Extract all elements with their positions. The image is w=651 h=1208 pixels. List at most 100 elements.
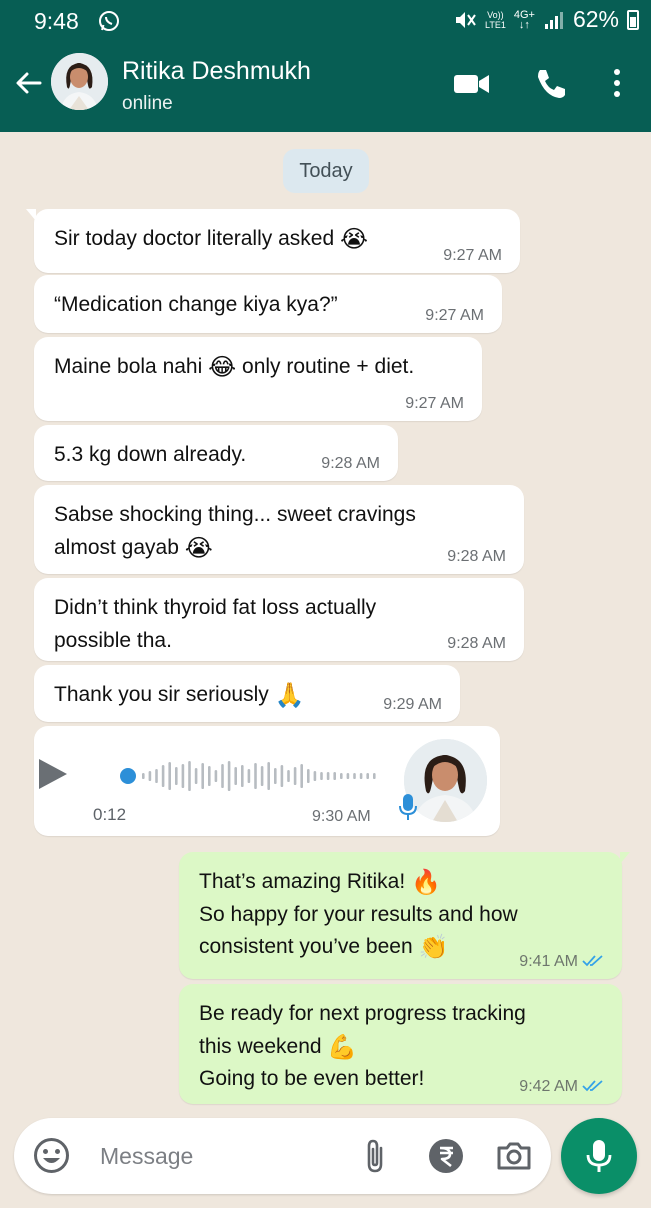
message-text: Maine bola nahi (54, 355, 203, 378)
message-bubble-incoming[interactable]: Sir today doctor literally asked 😭 9:27 … (26, 209, 520, 273)
fire-emoji: 🔥 (411, 869, 441, 896)
whatsapp-status-icon (99, 11, 119, 31)
waveform-bar (260, 766, 264, 786)
waveform-bar (241, 765, 244, 787)
mic-icon (586, 1140, 612, 1172)
waveform-bar (267, 762, 270, 790)
waveform-bar (274, 768, 277, 784)
message-text: Sir today doctor literally asked (54, 227, 335, 250)
waveform-bar (247, 769, 251, 783)
contact-status: online (122, 93, 173, 114)
waveform-bar (333, 772, 336, 780)
waveform-bar (346, 773, 350, 779)
loudly-crying-emoji: 😭 (339, 226, 369, 253)
waveform-bar (326, 772, 330, 780)
message-time: 9:27 AM (405, 395, 464, 412)
message-time: 9:27 AM (425, 307, 484, 324)
message-time-status: 9:42 AM (519, 1078, 604, 1096)
message-line: almost gayab (54, 535, 179, 559)
message-bubble-incoming[interactable]: 5.3 kg down already. 9:28 AM (34, 425, 398, 481)
battery-icon (627, 9, 639, 30)
waveform-bar (313, 771, 317, 781)
read-receipt-icon (582, 1080, 603, 1092)
waveform-bar (168, 762, 171, 790)
attach-icon[interactable] (360, 1138, 390, 1174)
waveform-bar (181, 764, 185, 788)
read-receipt-icon (582, 955, 603, 967)
clapping-hands-emoji: 👏 (418, 934, 449, 962)
waveform-bar (201, 763, 204, 789)
message-time: 9:28 AM (447, 635, 506, 652)
status-bar: 9:48 Vo)) LTE1 4G+ ↓↑ 62% (0, 0, 651, 42)
back-arrow-icon[interactable] (12, 66, 46, 100)
play-icon[interactable] (35, 757, 69, 791)
folded-hands-emoji: 🙏 (274, 682, 305, 709)
volte-indicator: Vo)) LTE1 (485, 9, 506, 30)
status-right: Vo)) LTE1 4G+ ↓↑ 62% (453, 6, 639, 33)
message-time: 9:29 AM (383, 696, 442, 713)
status-time: 9:48 (34, 8, 79, 34)
message-time: 9:27 AM (443, 247, 502, 264)
message-bubble-incoming[interactable]: “Medication change kiya kya?” 9:27 AM (34, 275, 502, 333)
waveform-bar (148, 771, 152, 781)
rupee-icon[interactable] (428, 1138, 464, 1174)
waveform-bar (359, 773, 363, 779)
loudly-crying-emoji: 😭 (184, 534, 213, 562)
message-time-status: 9:41 AM (519, 953, 604, 971)
waveform-bar (188, 761, 191, 791)
message-bubble-incoming[interactable]: Thank you sir seriously 🙏 9:29 AM (34, 665, 460, 722)
waveform-bar (227, 761, 231, 791)
message-text: “Medication change kiya kya?” (54, 293, 338, 316)
waveform-bar (234, 767, 237, 785)
emoji-icon[interactable] (32, 1136, 71, 1175)
message-bubble-incoming[interactable]: Maine bola nahi 😂 only routine + diet. 9… (34, 337, 482, 421)
contact-name[interactable]: Ritika Deshmukh (122, 57, 311, 86)
waveform-bar (280, 765, 284, 787)
message-line: possible tha. (54, 628, 172, 652)
waveform-bar (320, 772, 323, 780)
voice-waveform[interactable] (118, 760, 378, 792)
chat-header: 9:48 Vo)) LTE1 4G+ ↓↑ 62% Ritika Deshmuk… (0, 0, 651, 132)
message-bubble-outgoing[interactable]: Be ready for next progress tracking this… (179, 984, 622, 1104)
message-text: Thank you sir seriously (54, 683, 269, 706)
video-call-icon[interactable] (452, 64, 492, 104)
message-line: Didn’t think thyroid fat loss actually (54, 596, 377, 619)
waveform-bar (353, 773, 356, 779)
message-line: So happy for your results and how (199, 902, 518, 926)
phone-icon[interactable] (530, 64, 570, 104)
voice-record-button[interactable] (561, 1118, 637, 1194)
waveform-bar (366, 773, 369, 779)
message-bubble-outgoing[interactable]: That’s amazing Ritika! 🔥 So happy for yo… (179, 852, 630, 979)
message-time: 9:28 AM (321, 455, 380, 472)
waveform-bar (254, 763, 257, 789)
flexed-biceps-emoji: 💪 (327, 1033, 358, 1061)
message-input[interactable] (100, 1136, 340, 1176)
message-bubble-incoming[interactable]: Didn’t think thyroid fat loss actually p… (34, 578, 524, 661)
waveform-bar (221, 764, 224, 788)
waveform-bar (208, 766, 211, 786)
message-line: Be ready for next progress tracking (199, 1002, 526, 1025)
message-time: 9:28 AM (447, 548, 506, 565)
waveform-bar (293, 767, 297, 785)
waveform-bar (161, 765, 165, 787)
waveform-bar (214, 770, 218, 782)
contact-avatar[interactable] (51, 53, 108, 110)
message-bubble-incoming[interactable]: Sabse shocking thing... sweet cravings a… (34, 485, 524, 574)
more-vert-icon[interactable] (597, 64, 637, 104)
message-text: only routine + diet. (242, 355, 415, 378)
waveform-bar (142, 773, 145, 779)
laughing-emoji: 😂 (208, 354, 237, 381)
voice-duration: 0:12 (93, 805, 127, 824)
waveform-bar (175, 767, 178, 785)
date-separator: Today (283, 149, 369, 193)
waveform-bar (340, 773, 343, 779)
message-line: this weekend (199, 1034, 322, 1058)
message-line: That’s amazing Ritika! (199, 870, 406, 893)
message-time: 9:30 AM (312, 808, 371, 825)
camera-icon[interactable] (495, 1138, 533, 1174)
message-text: 5.3 kg down already. (54, 443, 247, 466)
network-type: 4G+ ↓↑ (513, 8, 535, 31)
battery-level: 62% (572, 6, 619, 32)
mute-icon (456, 11, 476, 28)
waveform-bar (287, 770, 290, 782)
